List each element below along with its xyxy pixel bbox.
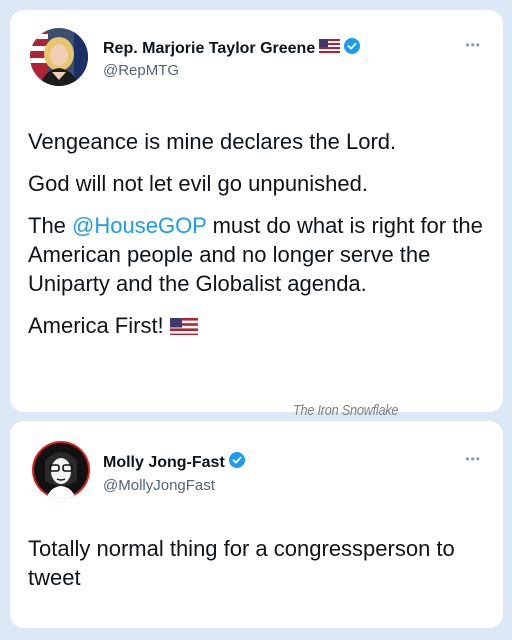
us-flag-icon bbox=[164, 313, 198, 338]
verified-badge-icon bbox=[344, 38, 361, 59]
tweet-text: Vengeance is mine declares the Lord. God… bbox=[28, 127, 487, 353]
watermark: The Iron Snowflake bbox=[293, 402, 399, 419]
more-horizontal-icon[interactable]: ••• bbox=[465, 452, 481, 466]
tweet-paragraph: America First! bbox=[28, 311, 487, 340]
tweet-paragraph: The @HouseGOP must do what is right for … bbox=[28, 211, 487, 298]
tweet-card-repmtg[interactable]: Rep. Marjorie Taylor Greene @RepMTG ••• … bbox=[10, 10, 503, 412]
user-handle[interactable]: @MollyJongFast bbox=[103, 477, 215, 494]
name-row: Molly Jong-Fast bbox=[103, 452, 245, 473]
more-horizontal-icon[interactable]: ••• bbox=[465, 38, 481, 52]
display-name[interactable]: Rep. Marjorie Taylor Greene bbox=[103, 40, 315, 58]
avatar-repmtg[interactable] bbox=[30, 28, 88, 86]
verified-badge-icon bbox=[228, 452, 245, 473]
tweet-paragraph: Vengeance is mine declares the Lord. bbox=[28, 129, 397, 154]
name-row: Rep. Marjorie Taylor Greene bbox=[103, 38, 361, 59]
tweet-text: Totally normal thing for a congressperso… bbox=[28, 536, 455, 590]
closing-text: America First! bbox=[28, 313, 164, 338]
display-name[interactable]: Molly Jong-Fast bbox=[103, 454, 225, 472]
us-flag-icon bbox=[319, 39, 341, 58]
text-prefix: The bbox=[28, 213, 73, 238]
tweet-paragraph: God will not let evil go unpunished. bbox=[28, 171, 368, 196]
tweet-card-mollyjongfast[interactable]: Molly Jong-Fast @MollyJongFast ••• Total… bbox=[10, 421, 503, 628]
user-handle[interactable]: @RepMTG bbox=[103, 62, 179, 79]
mention-link-housegop[interactable]: @HouseGOP bbox=[72, 213, 206, 238]
avatar-mollyjongfast[interactable] bbox=[32, 441, 90, 499]
